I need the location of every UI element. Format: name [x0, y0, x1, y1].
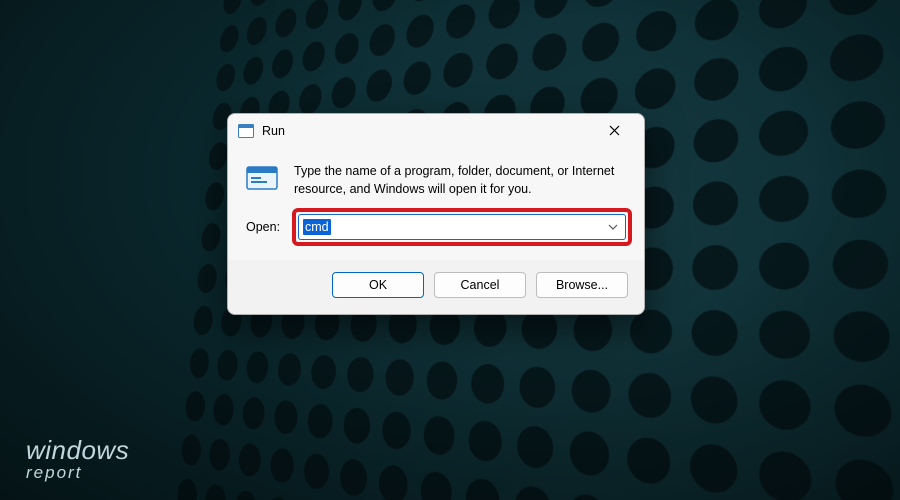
browse-button-label: Browse... — [556, 278, 608, 292]
run-program-icon — [246, 164, 280, 192]
close-icon — [609, 123, 620, 139]
ok-button[interactable]: OK — [332, 272, 424, 298]
cancel-button-label: Cancel — [461, 278, 500, 292]
dialog-button-row: OK Cancel Browse... — [228, 260, 644, 314]
browse-button[interactable]: Browse... — [536, 272, 628, 298]
watermark-line1: windows — [26, 439, 129, 462]
dialog-title: Run — [262, 124, 285, 138]
dialog-content: Type the name of a program, folder, docu… — [228, 148, 644, 260]
open-input-value[interactable]: cmd — [303, 219, 331, 235]
cancel-button[interactable]: Cancel — [434, 272, 526, 298]
run-dialog: Run Type the name of a program, — [227, 113, 645, 315]
chevron-down-icon[interactable] — [607, 221, 619, 233]
watermark-line2: report — [26, 465, 129, 480]
titlebar[interactable]: Run — [228, 114, 644, 148]
dialog-description: Type the name of a program, folder, docu… — [294, 162, 626, 198]
desktop-background: Run Type the name of a program, — [0, 0, 900, 500]
open-label: Open: — [246, 220, 286, 234]
open-combobox[interactable]: cmd — [298, 214, 626, 240]
watermark-logo: windows report — [26, 439, 129, 480]
ok-button-label: OK — [369, 278, 387, 292]
close-button[interactable] — [594, 117, 634, 145]
run-titlebar-icon — [238, 124, 254, 138]
